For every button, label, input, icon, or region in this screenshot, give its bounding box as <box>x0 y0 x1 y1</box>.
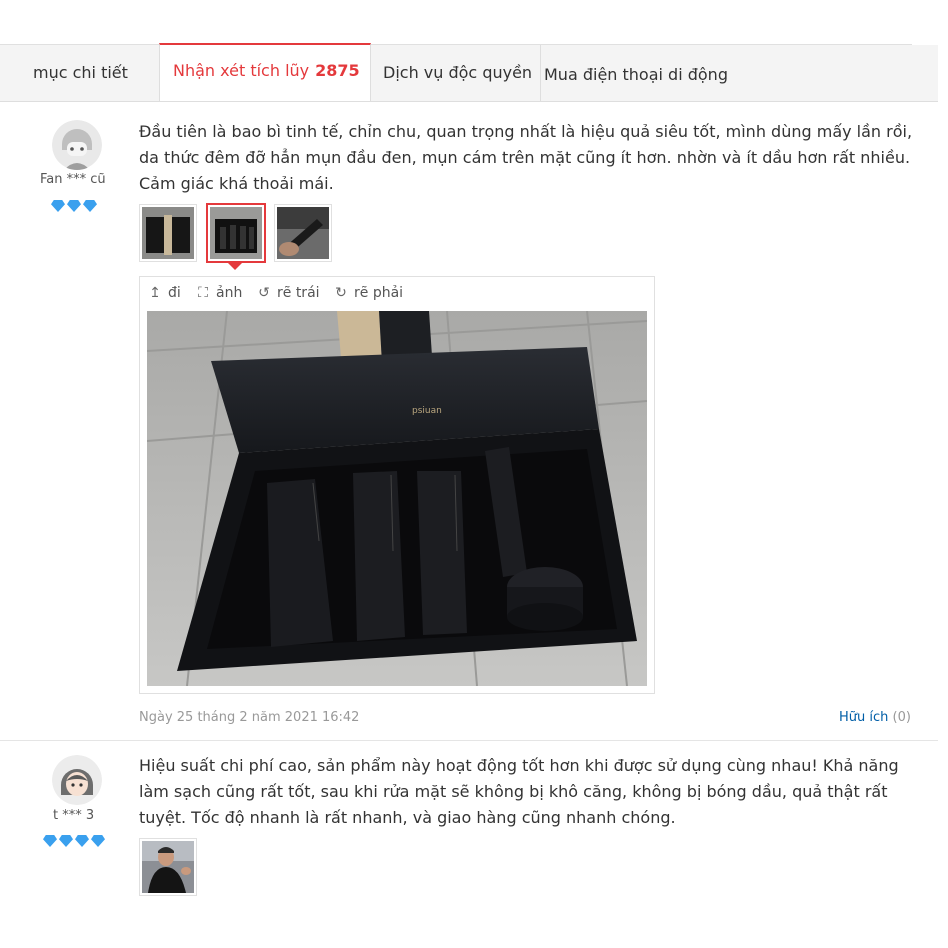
diamond-icon <box>91 835 105 847</box>
helpful-count: (0) <box>892 710 911 725</box>
photo-viewer: ↥ đi ⛶ ảnh ↺ rẽ trái ↻ rẽ phải psiuan <box>139 276 655 694</box>
review-photo-thumb[interactable] <box>274 204 332 262</box>
review-photo-thumb[interactable] <box>139 838 197 896</box>
tab-mobile[interactable]: Mua điện thoại di động <box>541 45 741 101</box>
photo-product-set <box>210 207 262 259</box>
review-count: 2875 <box>315 61 360 80</box>
review-photo-thumb[interactable] <box>139 204 197 262</box>
user-avatar[interactable] <box>52 755 102 805</box>
rotate-left-button[interactable]: ↺ rẽ trái <box>257 285 320 301</box>
view-image-label: ảnh <box>216 285 243 301</box>
avatar-icon <box>52 755 102 805</box>
photo-man <box>142 841 194 893</box>
review-date: Ngày 25 tháng 2 năm 2021 16:42 <box>139 710 360 725</box>
rotate-right-button[interactable]: ↻ rẽ phải <box>334 285 403 301</box>
photo-black-box <box>142 207 194 259</box>
tab-services-label: Dịch vụ độc quyền <box>383 63 533 82</box>
diamond-icon <box>51 200 65 212</box>
avatar-icon <box>52 120 102 170</box>
diamond-icon <box>67 200 81 212</box>
tab-bar: mục chi tiết Nhận xét tích lũy 2875 Dịch … <box>0 43 938 102</box>
diamond-icon <box>43 835 57 847</box>
rotate-right-label: rẽ phải <box>354 285 404 301</box>
helpful-button[interactable]: Hữu ích (0) <box>839 710 911 725</box>
collapse-button[interactable]: ↥ đi <box>148 285 181 301</box>
review-photo-large[interactable]: psiuan <box>147 311 647 686</box>
tab-reviews-label: Nhận xét tích lũy <box>173 61 310 80</box>
collapse-label: đi <box>168 285 181 301</box>
tab-details-label: mục chi tiết <box>33 63 128 82</box>
tab-details[interactable]: mục chi tiết <box>0 45 160 101</box>
user-avatar[interactable] <box>52 120 102 170</box>
photo-hand-tube <box>277 207 329 259</box>
review-photo-thumb-selected[interactable] <box>206 203 266 263</box>
rotate-right-icon: ↻ <box>335 285 347 301</box>
user-level <box>43 832 107 847</box>
tab-services[interactable]: Dịch vụ độc quyền <box>371 45 541 101</box>
username: Fan *** cũ <box>40 172 106 187</box>
helpful-label: Hữu ích <box>839 710 889 725</box>
username: t *** 3 <box>53 808 95 823</box>
review-text: Hiệu suất chi phí cao, sản phẩm này hoạt… <box>139 756 899 827</box>
product-set-photo: psiuan <box>147 311 647 686</box>
rotate-left-icon: ↺ <box>258 285 270 301</box>
tab-reviews[interactable]: Nhận xét tích lũy 2875 <box>159 43 371 101</box>
user-level <box>51 197 99 212</box>
diamond-icon <box>75 835 89 847</box>
rotate-left-label: rẽ trái <box>277 285 320 301</box>
review-item: t *** 3 Hiệu suất chi phí cao, sản phẩm … <box>0 750 948 948</box>
diamond-icon <box>83 200 97 212</box>
box-brand-text: psiuan <box>412 406 442 416</box>
view-image-button[interactable]: ⛶ ảnh <box>196 285 242 301</box>
review-text: Đầu tiên là bao bì tinh tế, chỉn chu, qu… <box>139 122 913 193</box>
tab-mobile-label: Mua điện thoại di động <box>544 65 728 84</box>
review-divider <box>0 740 938 741</box>
review-item: Fan *** cũ Đầu tiên là bao bì tinh tế, c… <box>0 110 948 740</box>
selected-indicator <box>228 263 242 270</box>
collapse-arrow-icon: ↥ <box>149 285 161 301</box>
fullscreen-icon: ⛶ <box>198 285 208 301</box>
diamond-icon <box>59 835 73 847</box>
